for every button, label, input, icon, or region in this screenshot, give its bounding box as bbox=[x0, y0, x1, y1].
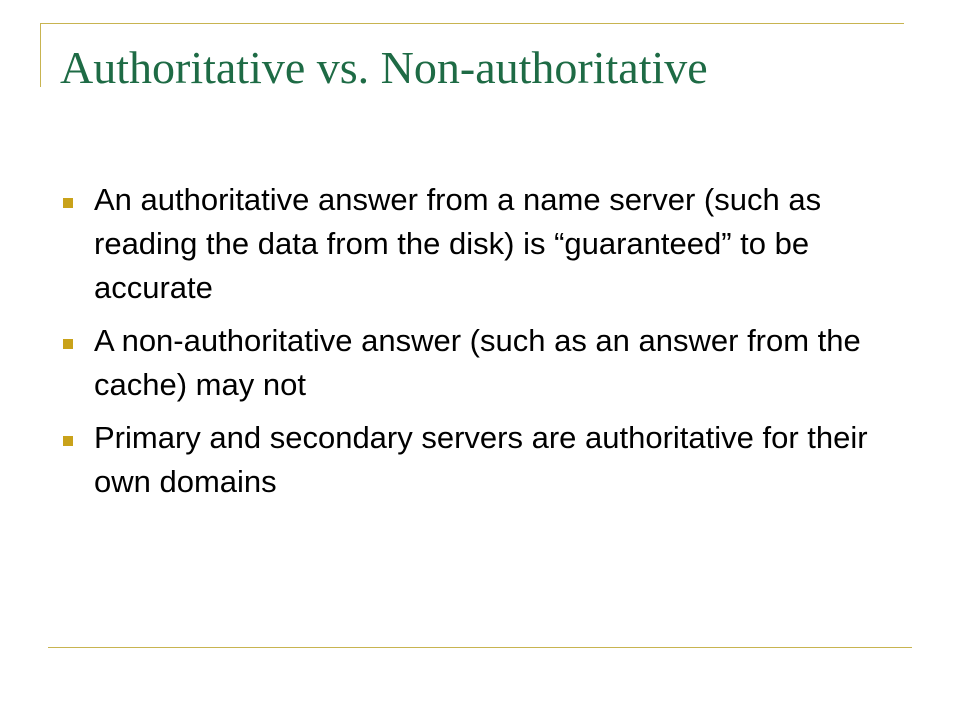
bullet-text: An authoritative answer from a name serv… bbox=[94, 182, 822, 305]
bullet-text: Primary and secondary servers are author… bbox=[94, 420, 868, 499]
bullet-text: A non-authoritative answer (such as an a… bbox=[94, 323, 861, 402]
bottom-rule bbox=[48, 647, 912, 648]
slide-title: Authoritative vs. Non-authoritative bbox=[60, 42, 708, 93]
bullet-item: An authoritative answer from a name serv… bbox=[60, 178, 880, 310]
square-bullet-icon bbox=[63, 339, 73, 349]
bullet-list: An authoritative answer from a name serv… bbox=[60, 178, 880, 513]
left-rule bbox=[40, 23, 41, 87]
square-bullet-icon bbox=[63, 198, 73, 208]
top-rule bbox=[40, 23, 904, 24]
slide: Authoritative vs. Non-authoritative An a… bbox=[0, 0, 960, 720]
bullet-item: A non-authoritative answer (such as an a… bbox=[60, 319, 880, 407]
square-bullet-icon bbox=[63, 436, 73, 446]
bullet-item: Primary and secondary servers are author… bbox=[60, 416, 880, 504]
